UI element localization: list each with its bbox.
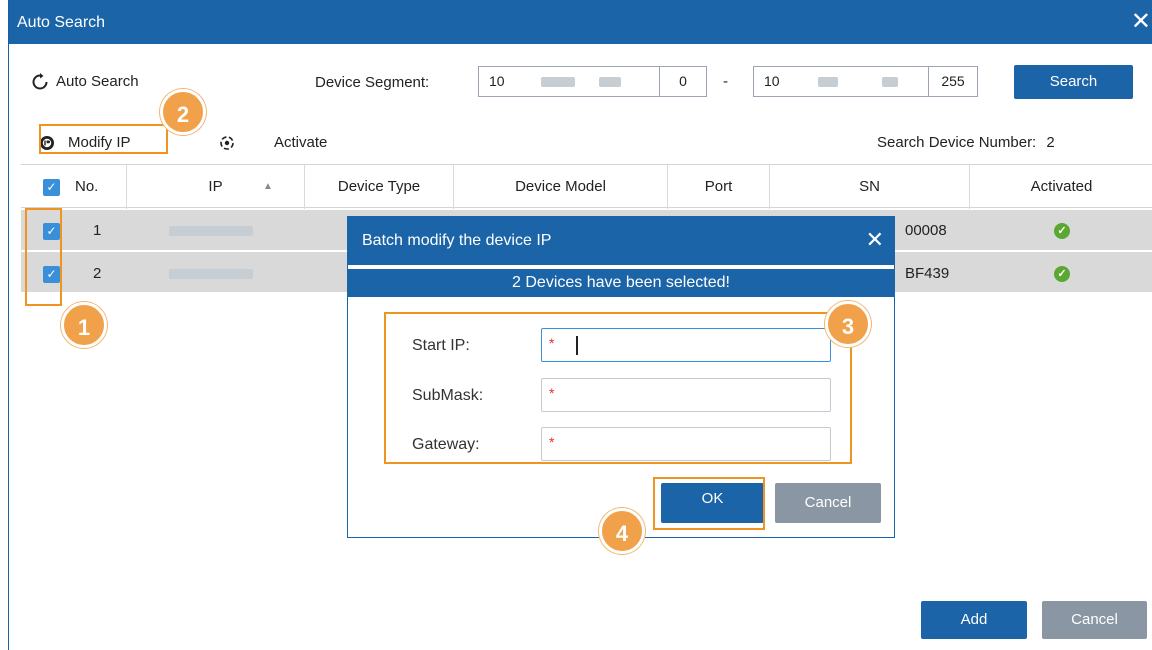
device-segment-label: Device Segment: xyxy=(315,74,430,91)
batch-modify-dialog: Batch modify the device IP ✕ 2 Devices h… xyxy=(347,216,895,538)
segment-start-octet-4[interactable]: 0 xyxy=(659,66,707,97)
activated-check-icon: ✓ xyxy=(1054,223,1070,239)
search-button[interactable]: Search xyxy=(1014,65,1133,99)
callout-badge-3: 3 xyxy=(825,301,871,347)
row-no: 2 xyxy=(93,265,102,282)
device-count: Search Device Number: 2 xyxy=(877,134,1055,151)
header-no[interactable]: No. xyxy=(75,165,98,209)
callout-badge-4: 4 xyxy=(599,508,645,554)
header-activated[interactable]: Activated xyxy=(970,165,1152,209)
callout-box-3 xyxy=(384,312,852,464)
callout-box-4 xyxy=(653,477,765,530)
row-sn: BF439 xyxy=(905,265,950,282)
callout-box-2 xyxy=(39,124,168,154)
dialog-close-icon[interactable]: ✕ xyxy=(866,227,884,253)
add-button[interactable]: Add xyxy=(921,601,1027,639)
callout-badge-2: 2 xyxy=(160,89,206,135)
sort-asc-icon: ▲ xyxy=(263,181,273,192)
close-icon[interactable]: ✕ xyxy=(1131,10,1151,34)
header-device-type[interactable]: Device Type xyxy=(305,165,454,209)
auto-search-label: Auto Search xyxy=(56,73,139,90)
window-title: Auto Search xyxy=(17,14,106,31)
auto-search-window: Auto Search ✕ Auto Search Device Segment… xyxy=(8,0,1152,650)
footer-cancel-button[interactable]: Cancel xyxy=(1042,601,1147,639)
segment-separator: - xyxy=(723,73,728,90)
row-ip-blurred xyxy=(169,226,253,236)
activate-icon xyxy=(219,135,235,151)
row-no: 1 xyxy=(93,222,102,239)
header-device-model[interactable]: Device Model xyxy=(454,165,668,209)
refresh-icon xyxy=(31,73,49,91)
callout-badge-1: 1 xyxy=(61,302,107,348)
segment-end-input[interactable]: 10 xyxy=(753,66,929,97)
device-count-label: Search Device Number: xyxy=(877,134,1037,151)
activate-label: Activate xyxy=(274,134,328,151)
callout-box-1 xyxy=(25,208,62,306)
header-ip-label: IP xyxy=(208,178,223,195)
row-ip-blurred xyxy=(169,269,253,279)
segment-end-octet-4[interactable]: 255 xyxy=(928,66,978,97)
title-bar: Auto Search ✕ xyxy=(9,0,1152,44)
header-ip[interactable]: IP ▲ xyxy=(127,165,305,209)
segment-end-octet-1: 10 xyxy=(764,73,780,89)
segment-start-input[interactable]: 10 xyxy=(478,66,660,97)
dialog-title: Batch modify the device IP xyxy=(362,232,552,249)
dialog-cancel-button[interactable]: Cancel xyxy=(775,483,881,523)
row-sn: 00008 xyxy=(905,222,947,239)
activated-check-icon: ✓ xyxy=(1054,266,1070,282)
header-sn[interactable]: SN xyxy=(770,165,970,209)
dialog-title-bar: Batch modify the device IP ✕ xyxy=(348,217,894,265)
selection-banner: 2 Devices have been selected! xyxy=(348,269,894,297)
device-count-value: 2 xyxy=(1046,134,1055,151)
header-port[interactable]: Port xyxy=(668,165,770,209)
table-header: ✓ No. IP ▲ Device Type Device Model Port… xyxy=(21,164,1152,209)
segment-start-octet-1: 10 xyxy=(489,73,505,89)
